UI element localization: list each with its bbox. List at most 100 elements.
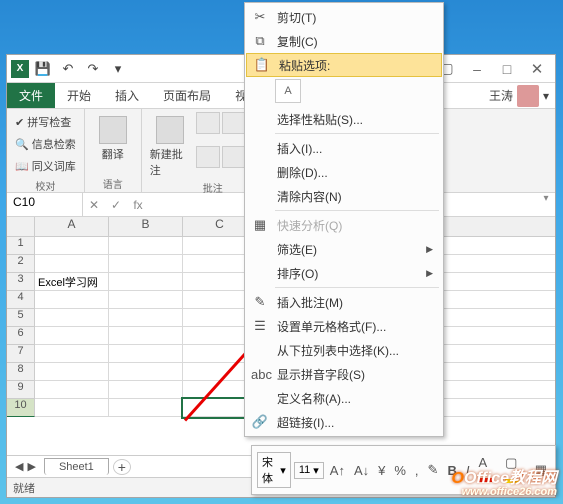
chevron-down-icon: ▾	[280, 464, 286, 477]
phonetic-icon: abc	[251, 367, 269, 382]
cancel-icon[interactable]: ✕	[83, 193, 105, 216]
paste-all-button[interactable]: A	[275, 79, 301, 103]
translate-button[interactable]: 翻译	[93, 112, 133, 174]
expand-formula-icon[interactable]: ▾	[537, 193, 555, 216]
tab-insert[interactable]: 插入	[103, 83, 151, 108]
submenu-icon: ▶	[426, 244, 433, 255]
format-icon: ☰	[251, 318, 269, 334]
watermark: OOffice教程网 www.office26.com	[451, 471, 557, 498]
row-headers: 1 2 3 4 5 6 7 8 9 10	[7, 237, 35, 417]
spellcheck-icon: ✔	[15, 116, 24, 129]
ctx-insert[interactable]: 插入(I)...	[245, 136, 443, 160]
ctx-paste-options[interactable]: 📋粘贴选项:	[246, 53, 442, 77]
ctx-pick-from-list[interactable]: 从下拉列表中选择(K)...	[245, 338, 443, 362]
tab-layout[interactable]: 页面布局	[151, 83, 223, 108]
row-6[interactable]: 6	[7, 327, 35, 345]
separator	[275, 210, 439, 211]
delete-comment-button[interactable]	[196, 112, 220, 134]
ctx-show-phonetic[interactable]: abc显示拼音字段(S)	[245, 362, 443, 386]
enter-icon[interactable]: ✓	[105, 193, 127, 216]
sheet-tab[interactable]: Sheet1	[44, 458, 109, 475]
comment-icon: ✎	[251, 294, 269, 310]
paste-options-row: A	[245, 77, 443, 107]
cut-icon: ✂	[251, 9, 269, 25]
separator	[275, 287, 439, 288]
row-2[interactable]: 2	[7, 255, 35, 273]
row-8[interactable]: 8	[7, 363, 35, 381]
group-proofing-label: 校对	[15, 176, 76, 193]
select-all[interactable]	[7, 217, 35, 236]
copy-icon: ⧉	[251, 33, 269, 49]
percent-button[interactable]: %	[391, 462, 409, 479]
group-language-label: 语言	[93, 174, 133, 191]
sheet-prev-icon[interactable]: ◀	[15, 460, 23, 473]
fx-button[interactable]: fx	[127, 193, 149, 216]
ctx-define-name[interactable]: 定义名称(A)...	[245, 386, 443, 410]
col-A[interactable]: A	[35, 217, 109, 236]
font-select[interactable]: 宋体▾	[257, 452, 291, 488]
research-button[interactable]: 🔍信息检索	[15, 134, 76, 154]
qat-more[interactable]: ▾	[107, 58, 129, 80]
row-9[interactable]: 9	[7, 381, 35, 399]
ctx-copy[interactable]: ⧉复制(C)	[245, 29, 443, 53]
quick-access-toolbar: X 💾 ↶ ↷ ▾	[11, 58, 129, 80]
new-comment-button[interactable]: 新建批注	[150, 112, 190, 178]
separator	[275, 133, 439, 134]
add-sheet-button[interactable]: +	[113, 459, 131, 475]
excel-icon[interactable]: X	[11, 60, 29, 78]
row-1[interactable]: 1	[7, 237, 35, 255]
ctx-delete[interactable]: 删除(D)...	[245, 160, 443, 184]
row-10[interactable]: 10	[7, 399, 35, 417]
translate-icon	[99, 116, 127, 144]
sheet-next-icon[interactable]: ▶	[27, 460, 35, 473]
currency-button[interactable]: ¥	[375, 462, 388, 479]
fontsize-select[interactable]: 11▾	[294, 462, 324, 479]
col-B[interactable]: B	[109, 217, 183, 236]
row-7[interactable]: 7	[7, 345, 35, 363]
show-comment-button[interactable]	[196, 146, 220, 168]
status-ready: 就绪	[13, 480, 35, 496]
row-5[interactable]: 5	[7, 309, 35, 327]
save-button[interactable]: 💾	[32, 58, 54, 80]
increase-font-button[interactable]: A↑	[327, 462, 348, 479]
ctx-insert-comment[interactable]: ✎插入批注(M)	[245, 290, 443, 314]
ctx-paste-special[interactable]: 选择性粘贴(S)...	[245, 107, 443, 131]
thesaurus-button[interactable]: 📖同义词库	[15, 156, 76, 176]
user-info[interactable]: 王涛 ▾	[489, 83, 555, 108]
user-name: 王涛	[489, 87, 513, 104]
link-icon: 🔗	[251, 414, 269, 430]
ctx-format-cells[interactable]: ☰设置单元格格式(F)...	[245, 314, 443, 338]
ctx-sort[interactable]: 排序(O)▶	[245, 261, 443, 285]
tab-file[interactable]: 文件	[7, 83, 55, 108]
close-button[interactable]: ✕	[523, 58, 551, 80]
spellcheck-button[interactable]: ✔拼写检查	[15, 112, 76, 132]
format-painter-button[interactable]: ✎	[425, 461, 442, 479]
ctx-clear[interactable]: 清除内容(N)	[245, 184, 443, 208]
maximize-button[interactable]: □	[493, 58, 521, 80]
minimize-button[interactable]: –	[463, 58, 491, 80]
chevron-down-icon: ▾	[313, 464, 319, 477]
paste-icon: 📋	[253, 57, 271, 73]
group-language: 翻译 语言	[85, 109, 142, 192]
comma-button[interactable]: ,	[412, 462, 422, 479]
ctx-quick-analysis: ▦快速分析(Q)	[245, 213, 443, 237]
new-comment-icon	[156, 116, 184, 144]
show-all-button[interactable]	[222, 146, 246, 168]
research-icon: 🔍	[15, 138, 29, 151]
row-4[interactable]: 4	[7, 291, 35, 309]
undo-button[interactable]: ↶	[57, 58, 79, 80]
row-3[interactable]: 3	[7, 273, 35, 291]
avatar	[517, 85, 539, 107]
ctx-filter[interactable]: 筛选(E)▶	[245, 237, 443, 261]
thesaurus-icon: 📖	[15, 160, 29, 173]
decrease-font-button[interactable]: A↓	[351, 462, 372, 479]
prev-comment-button[interactable]	[222, 112, 246, 134]
context-menu: ✂剪切(T) ⧉复制(C) 📋粘贴选项: A 选择性粘贴(S)... 插入(I)…	[244, 2, 444, 437]
ctx-cut[interactable]: ✂剪切(T)	[245, 5, 443, 29]
ctx-hyperlink[interactable]: 🔗超链接(I)...	[245, 410, 443, 434]
tab-home[interactable]: 开始	[55, 83, 103, 108]
group-proofing: ✔拼写检查 🔍信息检索 📖同义词库 校对	[7, 109, 85, 192]
redo-button[interactable]: ↷	[82, 58, 104, 80]
name-box[interactable]: C10	[7, 193, 83, 216]
cell-A3[interactable]: Excel学习网	[35, 273, 109, 290]
